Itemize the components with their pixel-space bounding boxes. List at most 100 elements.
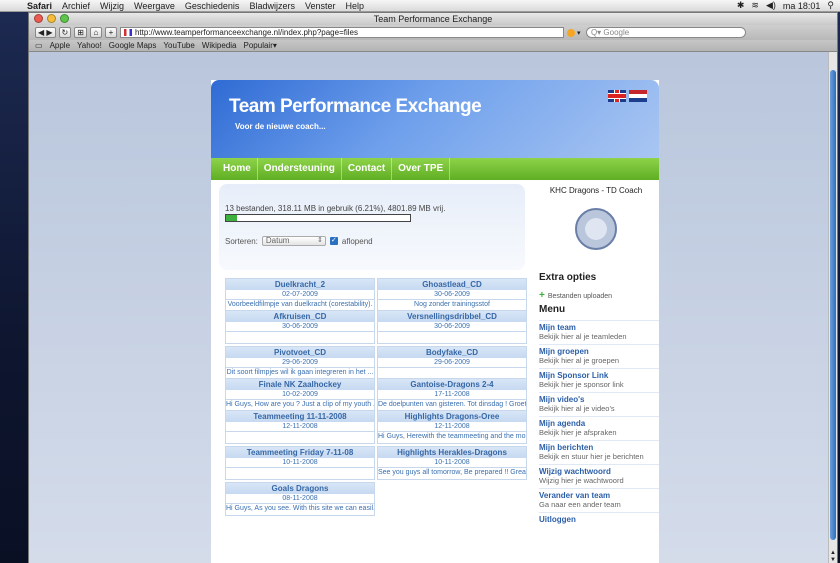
file-card[interactable]: Bodyfake_CD 29-06-2009 [377,346,527,380]
menu-item-title[interactable]: Verander van team [539,491,659,500]
file-description: Dit soort filmpjes wil ik gaan integrere… [226,367,374,376]
file-title[interactable]: Goals Dragons [226,483,374,494]
file-title[interactable]: Ghoastlead_CD [378,279,526,290]
sidebar-menu-item[interactable]: Mijn groepen Bekijk hier al je groepen [539,344,659,368]
clock[interactable]: ma 18:01 [783,1,821,11]
menu-app[interactable]: Safari [22,1,57,11]
bookmark-apple[interactable]: Apple [50,41,70,50]
file-card[interactable]: Pivotvoet_CD 29-06-2009 Dit soort filmpjes… [225,346,375,380]
menu-item-title[interactable]: Mijn video's [539,395,659,404]
wifi-icon[interactable]: ≋ [751,0,759,11]
sidebar-menu-item[interactable]: Uitloggen [539,512,659,527]
sidebar-menu-item[interactable]: Mijn berichten Bekijk en stuur hier je be… [539,440,659,464]
english-flag-icon[interactable] [608,90,626,102]
file-title[interactable]: Teammeeting 11-11-2008 [226,411,374,422]
menu-item-title[interactable]: Wijzig wachtwoord [539,467,659,476]
file-card[interactable]: Gantoise-Dragons 2-4 17-11-2008 De doelpun… [377,378,527,412]
menu-item-title[interactable]: Mijn team [539,323,659,332]
file-title[interactable]: Finale NK Zaalhockey [226,379,374,390]
file-title[interactable]: Afkruisen_CD [226,311,374,322]
file-card[interactable]: Highlights Herakles-Dragons 10-11-2008 See… [377,446,527,480]
menu-item-title[interactable]: Mijn Sponsor Link [539,371,659,380]
file-date: 30-06-2009 [282,323,318,330]
sidebar-menu-item[interactable]: Mijn team Bekijk hier al je teamleden [539,320,659,344]
file-title[interactable]: Bodyfake_CD [378,347,526,358]
bookmark-youtube[interactable]: YouTube [163,41,194,50]
menu-item-title[interactable]: Mijn agenda [539,419,659,428]
sidebar-menu-item[interactable]: Mijn Sponsor Link Bekijk hier je sponsor … [539,368,659,392]
menu-weergave[interactable]: Weergave [129,1,180,11]
home-button[interactable]: ⌂ [89,27,102,38]
scrollbar-thumb[interactable] [830,70,836,540]
menu-venster[interactable]: Venster [300,1,341,11]
scroll-arrows[interactable]: ▲ ▼ [829,550,837,563]
menu-geschiedenis[interactable]: Geschiedenis [180,1,245,11]
file-title[interactable]: Teammeeting Friday 7-11-08 [226,447,374,458]
url-field[interactable]: http://www.teamperformanceexchange.nl/in… [119,27,564,38]
vertical-scrollbar[interactable]: ▲ ▼ [828,52,837,563]
nav-over-tpe[interactable]: Over TPE [392,158,451,180]
menu-archief[interactable]: Archief [57,1,95,11]
reload-button[interactable]: ↻ [58,27,72,38]
nav-home[interactable]: Home [217,158,258,180]
file-title[interactable]: Highlights Dragons-Oree [378,411,526,422]
file-card[interactable]: Teammeeting Friday 7-11-08 10-11-2008 [225,446,375,480]
file-description [226,331,374,332]
file-title[interactable]: Pivotvoet_CD [226,347,374,358]
file-description [226,467,374,468]
descending-checkbox[interactable]: ✓ [329,237,338,245]
add-bookmark-button[interactable]: + [104,27,117,38]
bookmark-yahoo[interactable]: Yahoo! [77,41,102,50]
bluetooth-icon[interactable]: ✱ [737,0,745,11]
file-card[interactable]: Goals Dragons 08-11-2008 Hi Guys, As you s… [225,482,375,516]
sort-select[interactable]: Datum [261,236,326,246]
file-card[interactable]: Finale NK Zaalhockey 10-02-2009 Hi Guys, H… [225,378,375,412]
menu-wijzig[interactable]: Wijzig [95,1,129,11]
nav-ondersteuning[interactable]: Ondersteuning [258,158,342,180]
file-title[interactable]: Highlights Herakles-Dragons [378,447,526,458]
spotlight-icon[interactable]: ⚲ [827,0,834,11]
close-button[interactable] [34,14,43,23]
page-content: 13 bestanden, 318.11 MB in gebruik (6.21… [211,180,659,563]
menu-item-description: Bekijk hier al je teamleden [539,332,627,341]
sidebar-menu-item[interactable]: Mijn agenda Bekijk hier je afspraken [539,416,659,440]
files-panel: 13 bestanden, 318.11 MB in gebruik (6.21… [219,184,527,558]
file-card[interactable]: Ghoastlead_CD 30-06-2009 Nog zonder traini… [377,278,527,312]
go-controls[interactable]: ▾ [566,28,583,37]
file-card[interactable]: Teammeeting 11-11-2008 12-11-2008 [225,410,375,444]
back-button[interactable]: ◀ ▶ [35,27,56,38]
file-title[interactable]: Gantoise-Dragons 2-4 [378,379,526,390]
menu-item-description: Ga naar een ander team [539,500,621,509]
bookmark-populair[interactable]: Populair▾ [244,41,277,50]
bookmarks-book-icon[interactable]: ▭ [35,41,43,50]
bookmark-wikipedia[interactable]: Wikipedia [202,41,237,50]
file-card[interactable]: Versnellingsdribbel_CD 30-06-2009 [377,310,527,344]
sidebar-menu-item[interactable]: Wijzig wachtwoord Wijzig hier je wachtwoo… [539,464,659,488]
google-search-field[interactable]: Q▾ Google [585,27,746,38]
file-card[interactable]: Duelkracht_2 02-07-2009 Voorbeeldfilmpje v… [225,278,375,312]
dutch-flag-icon[interactable] [629,90,647,102]
sidebar-menu-item[interactable]: Mijn video's Bekijk hier al je video's [539,392,659,416]
file-title[interactable]: Duelkracht_2 [226,279,374,290]
sidebar-menu-item[interactable]: Verander van team Ga naar een ander team [539,488,659,512]
minimize-button[interactable] [47,14,56,23]
bookmark-google-maps[interactable]: Google Maps [109,41,157,50]
snapback-button[interactable]: ⊞ [74,27,87,38]
menu-item-title[interactable]: Mijn berichten [539,443,659,452]
nav-contact[interactable]: Contact [342,158,393,180]
menu-item-title[interactable]: Uitloggen [539,515,659,524]
file-date: 10-02-2009 [282,391,318,398]
upload-label: Bestanden uploaden [547,292,613,300]
file-card[interactable]: Afkruisen_CD 30-06-2009 [225,310,375,344]
file-card[interactable]: Highlights Dragons-Oree 12-11-2008 Hi Guys… [377,410,527,444]
sort-label: Sorteren: [225,236,258,246]
file-description [378,367,526,368]
menu-item-title[interactable]: Mijn groepen [539,347,659,356]
file-title[interactable]: Versnellingsdribbel_CD [378,311,526,322]
menu-help[interactable]: Help [340,1,369,11]
snapback-icon[interactable] [566,28,575,37]
volume-icon[interactable]: ◀) [766,0,776,11]
menu-bladwijzers[interactable]: Bladwijzers [244,1,300,11]
upload-files-link[interactable]: + Bestanden uploaden [539,291,613,301]
zoom-button[interactable] [60,14,69,23]
